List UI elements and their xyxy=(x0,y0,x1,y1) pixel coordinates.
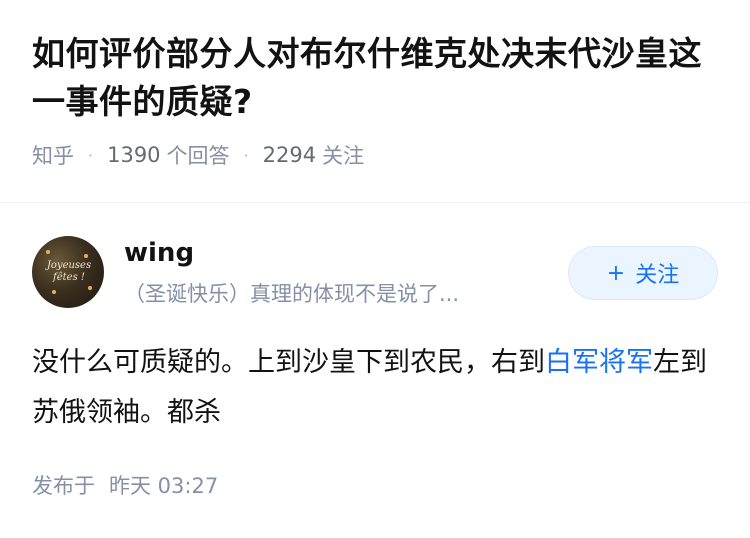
publish-label: 发布于 xyxy=(32,474,95,498)
author-info: Joyeuses fêtes ! wing （圣诞快乐）真理的体现不是说了...… xyxy=(32,236,718,308)
answer-text: 没什么可质疑的。上到沙皇下到农民，右到 xyxy=(32,347,545,378)
divider xyxy=(0,202,750,203)
author-name[interactable]: wing xyxy=(124,238,194,268)
question-title[interactable]: 如何评价部分人对布尔什维克处决末代沙皇这一事件的质疑? xyxy=(32,30,732,126)
follow-label: 关注 xyxy=(635,263,680,288)
followers-count: 2294 xyxy=(262,143,317,167)
followers-label[interactable]: 关注 xyxy=(322,140,364,170)
publish-time: 发布于 昨天 03:27 xyxy=(32,470,218,500)
avatar-spark xyxy=(46,250,50,254)
avatar-spark xyxy=(88,286,92,290)
author-bio: （圣诞快乐）真理的体现不是说了... xyxy=(124,282,460,306)
source-label[interactable]: 知乎 xyxy=(32,140,74,170)
plus-icon: + xyxy=(606,260,626,286)
answers-label[interactable]: 个回答 xyxy=(167,140,230,170)
avatar-text: Joyeuses fêtes ! xyxy=(46,260,92,283)
answer-content: 没什么可质疑的。上到沙皇下到农民，右到白军将军左到苏俄领袖。都杀 xyxy=(32,338,718,438)
publish-value: 昨天 03:27 xyxy=(109,474,219,498)
meta-separator: · xyxy=(88,145,94,165)
meta-separator: · xyxy=(243,145,249,165)
answer-link[interactable]: 白军将军 xyxy=(545,347,653,378)
avatar[interactable]: Joyeuses fêtes ! xyxy=(32,236,104,308)
follow-button[interactable]: + 关注 xyxy=(568,246,718,300)
question-header: 如何评价部分人对布尔什维克处决末代沙皇这一事件的质疑? 知乎 · 1390 个回… xyxy=(32,30,732,170)
avatar-spark xyxy=(52,290,56,294)
avatar-spark xyxy=(84,254,88,258)
question-meta: 知乎 · 1390 个回答 · 2294 关注 xyxy=(32,140,732,170)
answers-count: 1390 xyxy=(107,143,161,167)
